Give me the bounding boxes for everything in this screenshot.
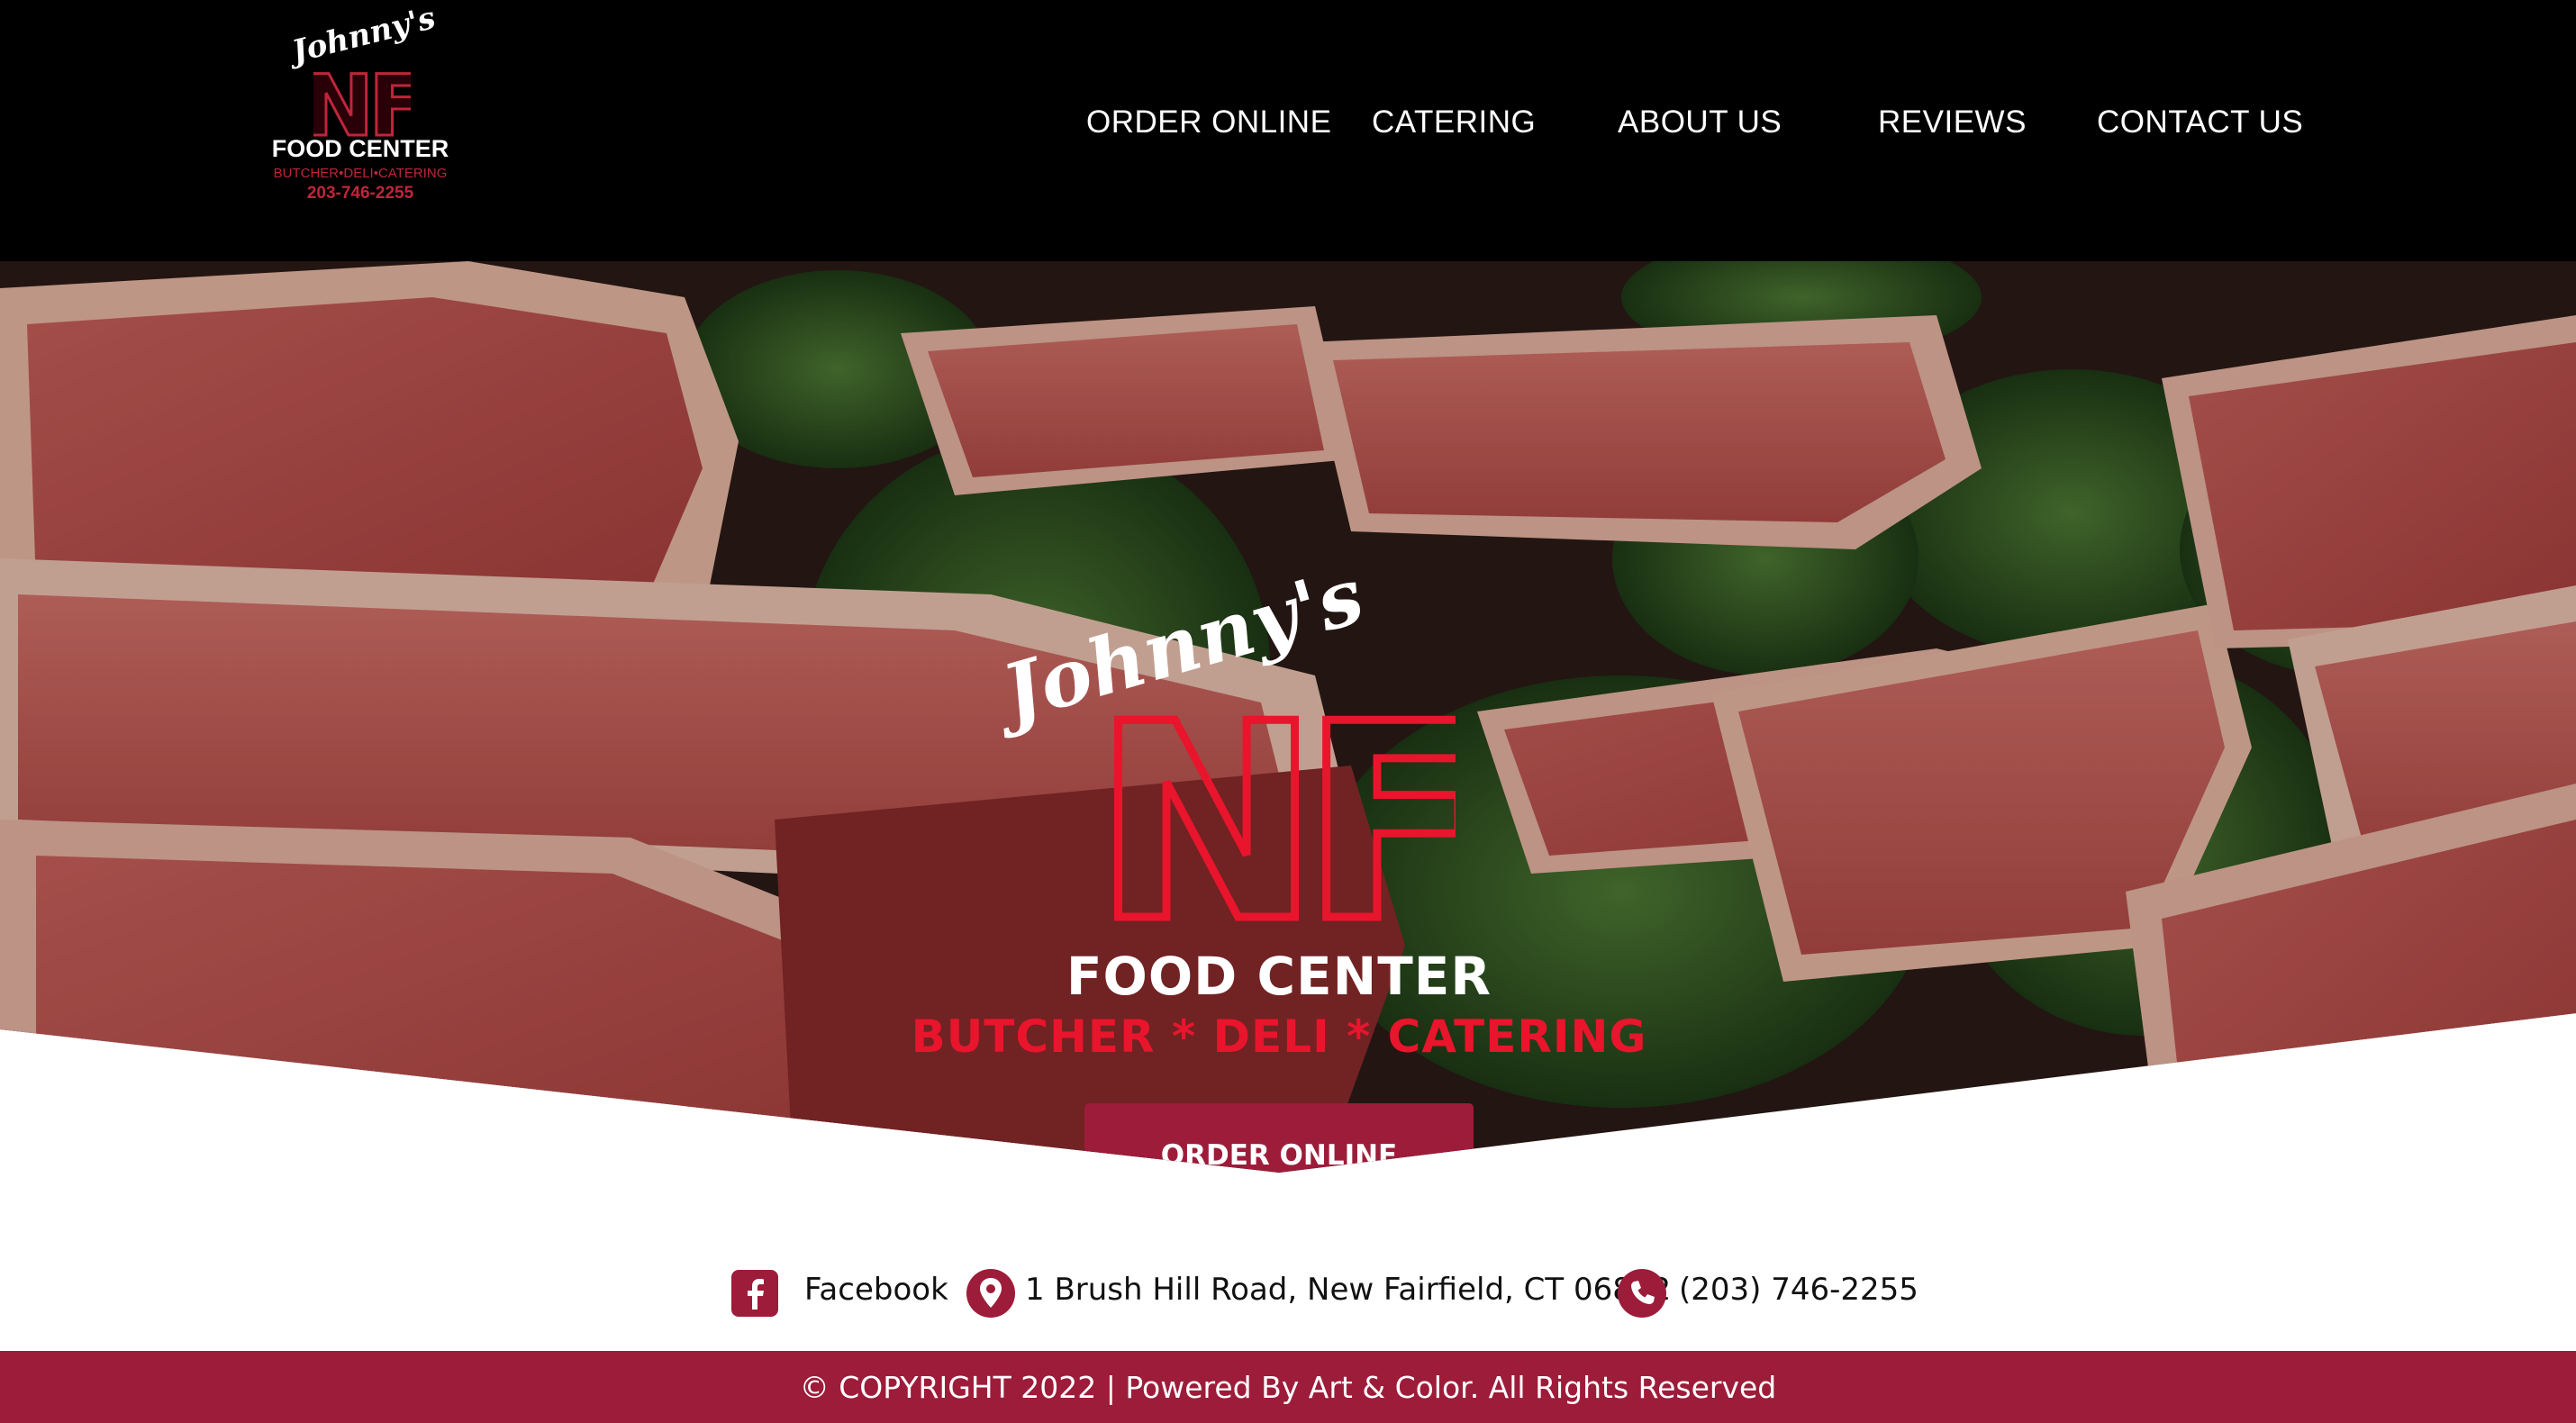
logo-nf-mark: NF	[313, 65, 411, 142]
copyright-text: © COPYRIGHT 2022 | Powered By Art & Colo…	[799, 1369, 1777, 1405]
phone-label: (203) 746-2255	[1679, 1272, 1918, 1308]
phone-icon	[1618, 1269, 1666, 1318]
facebook-label: Facebook	[804, 1272, 948, 1308]
nav-contact-us[interactable]: CONTACT US	[2097, 104, 2303, 140]
nav-catering[interactable]: CATERING	[1372, 104, 1536, 140]
address-label: 1 Brush Hill Road, New Fairfield, CT 068…	[1025, 1272, 1672, 1308]
facebook-icon	[731, 1270, 778, 1317]
site-footer: © COPYRIGHT 2022 | Powered By Art & Colo…	[0, 1351, 2576, 1423]
logo-title: FOOD CENTER	[271, 135, 449, 162]
logo-script-text: Johnny's	[288, 0, 440, 70]
contact-row: Facebook 1 Brush Hill Road, New Fairfiel…	[0, 1261, 2576, 1329]
site-logo[interactable]: Johnny's NF FOOD CENTER BUTCHER•DELI•CAT…	[270, 0, 450, 214]
site-header: Johnny's NF FOOD CENTER BUTCHER•DELI•CAT…	[0, 0, 2576, 261]
nav-about-us[interactable]: ABOUT US	[1618, 104, 1782, 140]
logo-phone: 203-746-2255	[306, 184, 414, 203]
logo-tagline: BUTCHER•DELI•CATERING	[273, 166, 448, 181]
logo-mark-text: NF	[313, 65, 411, 142]
nav-order-online[interactable]: ORDER ONLINE	[1086, 104, 1331, 140]
order-online-button[interactable]: ORDER ONLINE	[1084, 1103, 1474, 1173]
hero-logo-mark-text: NF	[1106, 702, 1456, 926]
map-pin-icon	[966, 1269, 1015, 1318]
hero-tagline: BUTCHER * DELI * CATERING	[911, 1011, 1647, 1063]
hero-section: Johnny's NF FOOD CENTER BUTCHER * DELI *…	[0, 261, 2576, 1173]
hero-title: FOOD CENTER	[1066, 946, 1492, 1007]
nav-reviews[interactable]: REVIEWS	[1878, 104, 2027, 140]
hero-logo-nf-mark: NF	[1106, 702, 1456, 926]
